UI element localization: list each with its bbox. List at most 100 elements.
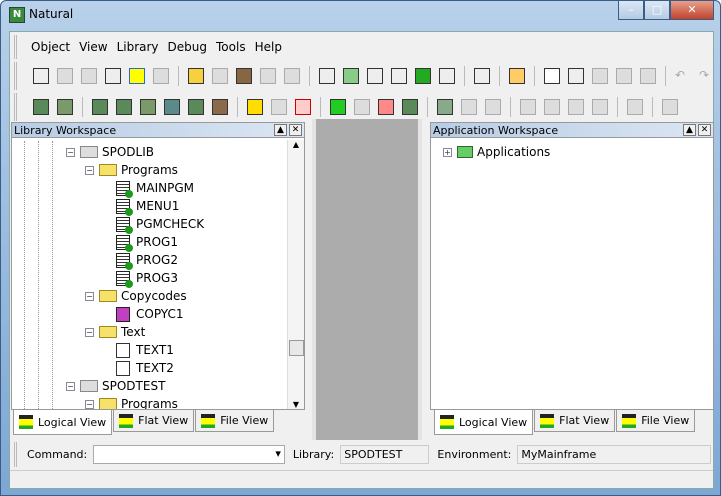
- tree-node-copycode[interactable]: COPYC1: [116, 305, 183, 323]
- compare-icon[interactable]: [402, 99, 418, 115]
- check-icon[interactable]: [319, 68, 335, 84]
- delete-object-icon[interactable]: [92, 99, 108, 115]
- collapse-icon[interactable]: −: [85, 291, 94, 301]
- tree-node-folder[interactable]: − Text: [85, 323, 145, 341]
- window-icon[interactable]: [81, 68, 97, 84]
- panel-maximize-button[interactable]: ▲: [683, 124, 696, 136]
- tab-logical-view[interactable]: Logical View: [434, 410, 534, 435]
- tree-node-program[interactable]: PROG2: [116, 251, 178, 270]
- tree-node-text[interactable]: TEXT1: [116, 341, 174, 359]
- tree-node-program[interactable]: PGMCHECK: [116, 215, 204, 234]
- step-over-icon[interactable]: [544, 99, 560, 115]
- server-icon[interactable]: [271, 99, 287, 115]
- tab-logical-view[interactable]: Logical View: [13, 410, 113, 435]
- tab-flat-view[interactable]: Flat View: [113, 410, 195, 432]
- close-button[interactable]: ✕: [670, 1, 714, 20]
- tab-file-view[interactable]: File View: [616, 410, 696, 432]
- debug-start-icon[interactable]: [437, 99, 453, 115]
- new-object-icon[interactable]: [57, 99, 73, 115]
- command-input[interactable]: [93, 445, 285, 464]
- tree-node-folder[interactable]: − Programs: [85, 395, 178, 409]
- select-all-icon[interactable]: [640, 68, 656, 84]
- hierarchy-icon[interactable]: [330, 99, 346, 115]
- panel-close-button[interactable]: ✕: [289, 124, 302, 136]
- print-icon[interactable]: [474, 68, 490, 84]
- tree-node-program[interactable]: PROG3: [116, 269, 178, 288]
- open-folder-icon[interactable]: [188, 68, 204, 84]
- step-into-icon[interactable]: [520, 99, 536, 115]
- panel-close-button[interactable]: ✕: [698, 124, 711, 136]
- unlink-icon[interactable]: [378, 99, 394, 115]
- menu-help[interactable]: Help: [255, 40, 282, 54]
- expand-icon[interactable]: +: [443, 147, 452, 157]
- tab-file-view[interactable]: File View: [195, 410, 275, 432]
- edit-icon[interactable]: [284, 68, 300, 84]
- collapse-icon[interactable]: −: [85, 327, 94, 337]
- workspace-splitter[interactable]: [312, 119, 422, 440]
- stop-hand-icon[interactable]: [627, 99, 643, 115]
- object-list-icon[interactable]: [188, 99, 204, 115]
- collapse-icon[interactable]: −: [85, 399, 94, 409]
- node-label: COPYC1: [136, 307, 184, 321]
- scroll-up-icon[interactable]: ▲: [288, 140, 304, 149]
- cut-icon[interactable]: [544, 68, 560, 84]
- undo-icon[interactable]: ↶: [675, 68, 691, 84]
- dialog-icon[interactable]: [105, 68, 121, 84]
- object-info-icon[interactable]: [212, 99, 228, 115]
- tab-flat-view[interactable]: Flat View: [534, 410, 616, 432]
- copy-icon[interactable]: [568, 68, 584, 84]
- debug-step-icon[interactable]: [461, 99, 477, 115]
- minimize-button[interactable]: –: [618, 1, 644, 20]
- save-all-icon[interactable]: [236, 68, 252, 84]
- tree-node-program[interactable]: MAINPGM: [116, 179, 194, 198]
- view-object-icon[interactable]: [164, 99, 180, 115]
- menu-debug[interactable]: Debug: [168, 40, 207, 54]
- tree-node-applications[interactable]: + Applications: [443, 143, 550, 161]
- disconnect-icon[interactable]: [153, 68, 169, 84]
- scroll-down-icon[interactable]: ▼: [288, 400, 304, 409]
- link-icon[interactable]: [354, 99, 370, 115]
- stow-icon[interactable]: [343, 68, 359, 84]
- menu-library[interactable]: Library: [117, 40, 159, 54]
- export-icon[interactable]: [260, 68, 276, 84]
- tree-node-library[interactable]: − SPODLIB: [66, 143, 154, 161]
- menu-object[interactable]: Object: [31, 40, 70, 54]
- script-icon[interactable]: [439, 68, 455, 84]
- maximize-button[interactable]: □: [644, 1, 670, 20]
- tree-node-library[interactable]: − SPODTEST: [66, 377, 165, 395]
- catalog-icon[interactable]: [367, 68, 383, 84]
- open-object-icon[interactable]: [140, 99, 156, 115]
- redo-icon[interactable]: ↷: [699, 68, 715, 84]
- environment-value: MyMainframe: [517, 445, 711, 464]
- rename-icon[interactable]: [116, 99, 132, 115]
- tree-node-folder[interactable]: − Programs: [85, 161, 178, 179]
- menu-tools[interactable]: Tools: [216, 40, 246, 54]
- debug-break-icon[interactable]: [485, 99, 501, 115]
- save-icon[interactable]: [212, 68, 228, 84]
- delete-icon[interactable]: [616, 68, 632, 84]
- tree-node-text[interactable]: TEXT2: [116, 359, 174, 377]
- collapse-icon[interactable]: −: [85, 165, 94, 175]
- paste-icon[interactable]: [592, 68, 608, 84]
- tree-node-program[interactable]: MENU1: [116, 197, 179, 216]
- watch-icon[interactable]: [662, 99, 678, 115]
- collapse-icon[interactable]: −: [66, 381, 75, 391]
- tree-node-program[interactable]: PROG1: [116, 233, 178, 252]
- collapse-icon[interactable]: −: [66, 147, 75, 157]
- new-library-icon[interactable]: [33, 99, 49, 115]
- library-tree-scrollbar[interactable]: ▲ ▼: [287, 140, 304, 409]
- scroll-thumb[interactable]: [289, 340, 304, 356]
- run-icon[interactable]: [415, 68, 431, 84]
- remove-server-icon[interactable]: [295, 99, 311, 115]
- panel-maximize-button[interactable]: ▲: [274, 124, 287, 136]
- step-out-icon[interactable]: [568, 99, 584, 115]
- list-icon[interactable]: [33, 68, 49, 84]
- lock-icon[interactable]: [247, 99, 263, 115]
- tree-node-folder[interactable]: − Copycodes: [85, 287, 187, 305]
- go-icon[interactable]: [592, 99, 608, 115]
- connect-icon[interactable]: [129, 68, 145, 84]
- users-icon[interactable]: [57, 68, 73, 84]
- properties-icon[interactable]: [509, 68, 525, 84]
- menu-view[interactable]: View: [79, 40, 107, 54]
- download-icon[interactable]: [391, 68, 407, 84]
